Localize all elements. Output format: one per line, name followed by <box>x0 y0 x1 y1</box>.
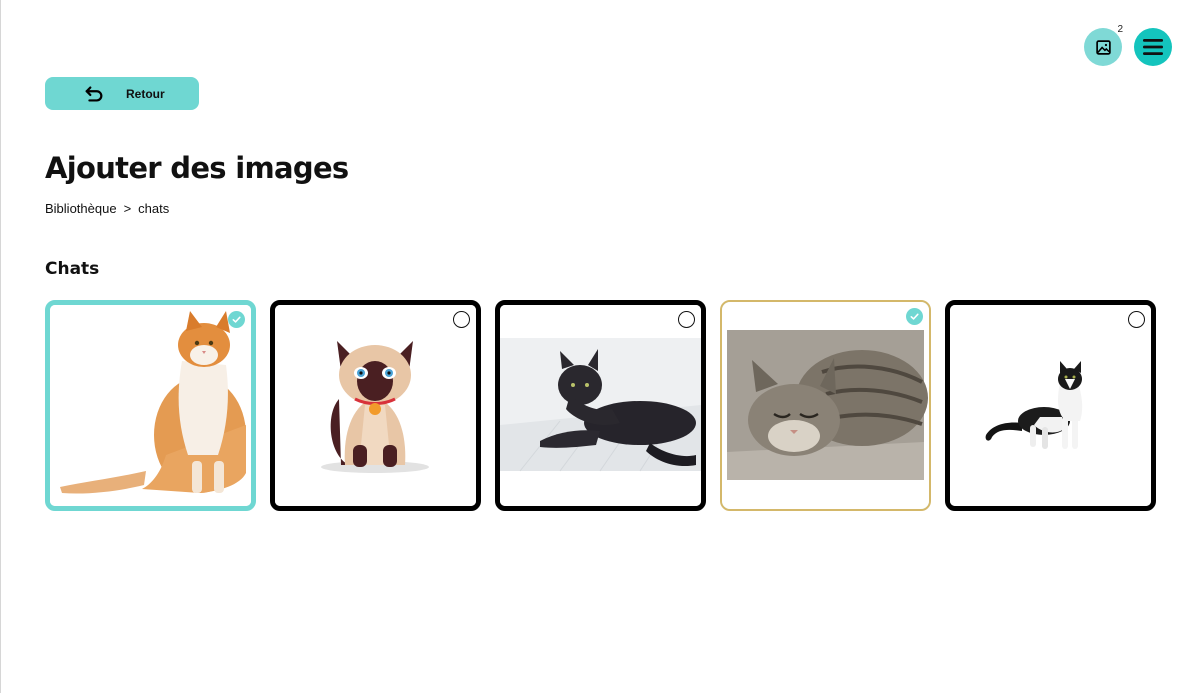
selected-check-icon[interactable] <box>906 308 923 325</box>
selected-images-button[interactable]: 2 <box>1084 24 1123 66</box>
image-card[interactable] <box>495 300 706 511</box>
image-card[interactable] <box>270 300 481 511</box>
black-white-cat-image <box>950 305 1151 506</box>
unselected-check-icon[interactable] <box>678 311 695 328</box>
selected-check-icon[interactable] <box>228 311 245 328</box>
black-cat-image <box>500 305 701 506</box>
section-title: Chats <box>45 259 100 279</box>
top-actions: 2 <box>1084 24 1172 66</box>
tabby-cat-image <box>722 302 929 509</box>
back-button-label: Retour <box>126 86 165 101</box>
back-button[interactable]: Retour <box>45 77 199 110</box>
unselected-check-icon[interactable] <box>1128 311 1145 328</box>
image-icon <box>1095 39 1111 55</box>
undo-arrow-icon <box>83 83 105 105</box>
page-title: Ajouter des images <box>45 151 349 185</box>
menu-button[interactable] <box>1134 28 1172 66</box>
breadcrumb-library-link[interactable]: Bibliothèque <box>45 201 117 216</box>
left-border <box>0 0 1 693</box>
unselected-check-icon[interactable] <box>453 311 470 328</box>
image-card[interactable] <box>945 300 1156 511</box>
hamburger-menu-icon <box>1143 39 1163 55</box>
image-card[interactable] <box>720 300 931 511</box>
breadcrumb: Bibliothèque > chats <box>45 201 169 216</box>
breadcrumb-separator: > <box>123 201 132 216</box>
breadcrumb-current: chats <box>138 201 170 216</box>
image-grid <box>45 300 1156 511</box>
image-card[interactable] <box>45 300 256 511</box>
selected-count-badge: 2 <box>1117 24 1123 35</box>
siamese-cat-image <box>275 305 476 506</box>
orange-cat-image <box>50 305 251 506</box>
